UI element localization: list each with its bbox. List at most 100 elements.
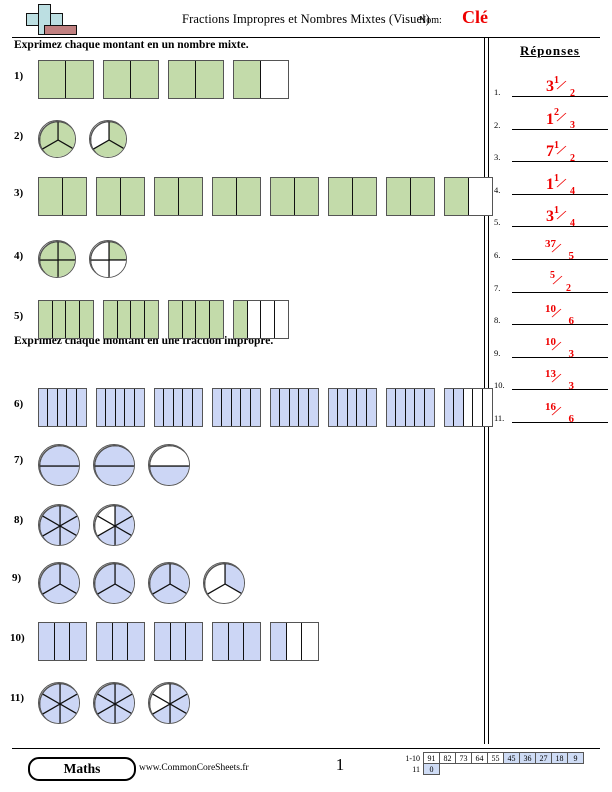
empty-part — [482, 389, 492, 426]
score-cell-empty — [488, 764, 504, 775]
answer-value: 16 ⁄ 6 — [512, 401, 608, 425]
fraction-numerator: 5 — [550, 270, 555, 282]
filled-part — [70, 623, 86, 660]
circle-fraction-model — [38, 240, 76, 278]
filled-part — [106, 389, 116, 426]
score-cell: 0 — [423, 763, 440, 775]
filled-part — [62, 178, 86, 215]
problem-shapes — [38, 682, 203, 724]
score-cell-empty — [520, 764, 536, 775]
fraction-numerator: 1 — [554, 74, 559, 86]
filled-part — [236, 178, 260, 215]
filled-part — [57, 259, 75, 277]
score-cell: 91 — [423, 752, 440, 764]
filled-part — [112, 623, 129, 660]
filled-part — [213, 623, 229, 660]
rectangle-fraction-model — [96, 177, 145, 216]
filled-part — [182, 301, 196, 338]
filled-part — [244, 623, 260, 660]
circle-fraction-model — [148, 562, 190, 604]
problem-shapes — [38, 300, 298, 339]
score-row: 1-10 91 82 73 64 55 45 36 27 18 9 — [398, 752, 584, 764]
problem-number: 2) — [14, 130, 24, 142]
circle-fraction-model — [89, 240, 127, 278]
problem-number: 11) — [10, 692, 25, 704]
answer-row: 10. 13 ⁄ 3 — [494, 357, 608, 392]
score-cell: 18 — [551, 752, 568, 764]
filled-part — [164, 389, 174, 426]
fraction-numerator: 2 — [554, 107, 559, 119]
filled-part — [120, 178, 144, 215]
problem-number: 5) — [14, 310, 24, 322]
answer-row: 5. 3 1 ⁄ 4 — [494, 194, 608, 229]
fraction-slash: ⁄ — [558, 142, 565, 160]
problem-shapes — [38, 60, 298, 99]
score-row-label: 11 — [412, 764, 420, 774]
worksheet-title: Fractions Impropres et Nombres Mixtes (V… — [182, 12, 430, 26]
rectangle-fraction-model — [444, 388, 493, 427]
score-table: 1-10 91 82 73 64 55 45 36 27 18 9 11 0 — [398, 752, 584, 775]
rectangle-fraction-model — [96, 388, 145, 427]
answer-row: 1. 3 1 ⁄ 2 — [494, 64, 608, 99]
filled-part — [192, 389, 202, 426]
filled-part — [234, 61, 261, 98]
filled-part — [54, 623, 71, 660]
filled-part — [128, 623, 144, 660]
answer-fraction: 10 ⁄ 6 — [545, 303, 574, 327]
filled-part — [410, 178, 434, 215]
rectangle-fraction-model — [386, 388, 435, 427]
answer-whole-number: 7 — [546, 143, 554, 161]
answer-row: 9. 10 ⁄ 3 — [494, 325, 608, 360]
site-url: www.CommonCoreSheets.fr — [139, 763, 249, 773]
problem-shapes — [38, 444, 203, 486]
filled-part — [39, 301, 53, 338]
score-cell: 55 — [487, 752, 504, 764]
problem-shapes — [38, 562, 258, 604]
filled-part — [66, 61, 93, 98]
answer-value: 13 ⁄ 3 — [512, 368, 608, 392]
answer-value: 5 ⁄ 2 — [512, 270, 608, 294]
filled-part — [39, 61, 66, 98]
filled-part — [445, 389, 455, 426]
score-row-label: 1-10 — [405, 753, 420, 763]
problem-number: 3) — [14, 187, 24, 199]
circle-fraction-model — [38, 120, 76, 158]
filled-part — [149, 465, 189, 485]
circle-fraction-model — [38, 562, 80, 604]
filled-part — [67, 389, 77, 426]
rectangle-fraction-model — [168, 300, 224, 339]
answer-index: 4. — [494, 184, 501, 195]
filled-part — [79, 301, 93, 338]
problem-shapes — [38, 388, 502, 427]
rectangle-fraction-model — [444, 177, 493, 216]
filled-part — [241, 389, 251, 426]
filled-part — [169, 301, 183, 338]
fraction-slash: ⁄ — [558, 77, 565, 94]
filled-part — [222, 389, 232, 426]
score-cell: 82 — [439, 752, 456, 764]
rectangle-fraction-model — [38, 388, 87, 427]
filled-part — [250, 389, 260, 426]
filled-part — [155, 389, 165, 426]
filled-part — [39, 623, 55, 660]
filled-part — [169, 61, 196, 98]
answers-column: Réponses 1. 3 1 ⁄ 2 2. 1 2 ⁄ 3 3. 7 1 ⁄ 2 4. 1 1 ⁄ 4 5. 3 1 ⁄ 4 6… — [492, 38, 612, 744]
answer-fraction: 5 ⁄ 2 — [550, 270, 571, 294]
answer-index: 7. — [494, 282, 501, 293]
empty-part — [463, 389, 474, 426]
answer-index: 1. — [494, 87, 501, 97]
score-cell: 27 — [535, 752, 552, 764]
filled-part — [97, 623, 113, 660]
filled-part — [39, 445, 79, 467]
empty-part — [247, 301, 261, 338]
name-value: Clé — [462, 7, 488, 27]
filled-part — [280, 389, 290, 426]
answer-whole-number: 1 — [546, 110, 554, 128]
filled-part — [131, 61, 158, 98]
filled-part — [97, 389, 107, 426]
filled-part — [183, 389, 193, 426]
circle-fraction-model — [38, 504, 80, 546]
footer-divider — [12, 748, 600, 749]
answer-whole-number: 1 — [546, 175, 554, 193]
rectangle-fraction-model — [270, 622, 319, 661]
